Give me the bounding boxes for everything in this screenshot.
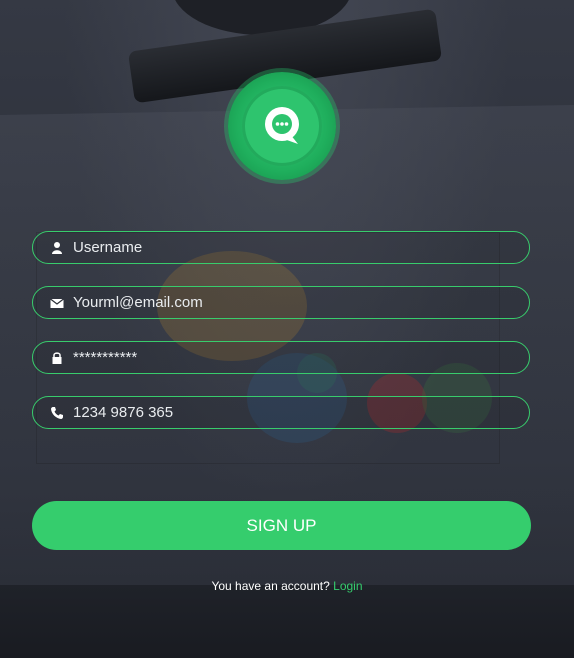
chat-bubble-icon [265, 107, 299, 144]
login-link[interactable]: Login [333, 579, 362, 593]
background-bottom [0, 585, 574, 658]
envelope-icon [50, 298, 64, 308]
username-value: Username [73, 239, 143, 256]
phone-field[interactable]: 1234 9876 365 [32, 396, 530, 429]
sign-up-button[interactable]: SIGN UP [32, 501, 531, 550]
user-icon [52, 242, 62, 254]
app-logo [228, 72, 336, 180]
login-prompt-text: You have an account? [211, 579, 330, 593]
password-field[interactable]: *********** [32, 341, 530, 374]
email-field[interactable]: Yourml@email.com [32, 286, 530, 319]
phone-value: 1234 9876 365 [73, 404, 174, 421]
username-field[interactable]: Username [32, 231, 530, 264]
login-prompt: You have an account? Login [0, 579, 574, 593]
lock-icon [52, 352, 62, 364]
email-value: Yourml@email.com [73, 294, 203, 311]
password-value: *********** [73, 349, 138, 366]
phone-icon [51, 407, 63, 419]
